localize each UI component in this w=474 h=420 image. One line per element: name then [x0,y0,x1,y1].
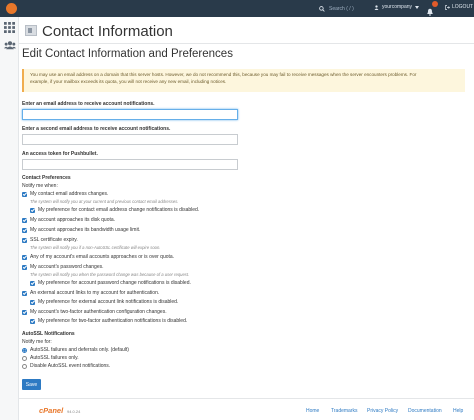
autossl-heading: AutoSSL Notifications [22,331,75,337]
users-icon [3,40,16,49]
save-button[interactable]: Save [22,379,41,390]
radio-button[interactable] [22,355,27,361]
warning-line-2: example, if your mailbox exceeds its quo… [30,78,227,84]
notify-me-when-label: Notify me when: [22,183,58,189]
main-content: Edit Contact Information and Preferences… [22,48,465,390]
autossl-option-disable[interactable]: Disable AutoSSL event notifications. [22,363,110,369]
cpanel-brand-logo[interactable]: cPanel [39,406,63,415]
contact-preferences-heading: Contact Preferences [22,175,71,181]
grid-icon [4,22,15,33]
notify-me-for-label: Notify me for: [22,339,52,345]
cpanel-logo-icon[interactable] [6,3,17,14]
footer-link-help[interactable]: Help [453,408,463,414]
page-header: Contact Information [19,17,474,44]
footer-link-trademarks[interactable]: Trademarks [331,408,358,414]
help-text: The system will notify you at your curre… [30,199,179,204]
email-field[interactable] [22,109,238,120]
pref-email-change[interactable]: My contact email address changes. [22,191,108,197]
footer-link-privacy-policy[interactable]: Privacy Policy [367,408,398,414]
pref-email-quota[interactable]: Any of my account's email accounts appro… [22,254,174,260]
section-title: Edit Contact Information and Preferences [22,48,233,60]
warning-alert: You may use an email address on a domain… [22,69,465,92]
notification-badge [432,1,438,7]
checkbox[interactable] [30,318,35,324]
pref-2fa-change[interactable]: My account's two-factor authentication c… [22,309,167,315]
checkbox[interactable] [30,207,35,213]
autossl-option-failures[interactable]: AutoSSL failures only. [22,355,79,361]
autossl-option-default[interactable]: AutoSSL failures and deferrals only. (de… [22,347,129,353]
pref-external-link-disabled[interactable]: My preference for external account link … [30,299,178,305]
logout-icon [445,4,450,10]
users-button[interactable] [3,38,16,51]
apps-grid-button[interactable] [3,21,16,34]
checkbox[interactable] [22,254,27,260]
checkbox[interactable] [22,290,27,296]
pref-external-link[interactable]: An external account links to my account … [22,290,159,296]
checkbox[interactable] [30,299,35,305]
help-text: The system will notify you if a non-Auto… [30,245,161,250]
checkbox[interactable] [22,309,27,315]
search-icon [319,5,325,12]
checkbox[interactable] [22,227,27,233]
pref-disk-quota[interactable]: My account approaches its disk quota. [22,217,115,223]
search-input[interactable] [329,4,377,13]
radio-button[interactable] [22,363,27,369]
checkbox[interactable] [22,217,27,223]
footer-link-documentation[interactable]: Documentation [408,408,442,414]
bell-icon [427,8,433,16]
footer: cPanel 94.0.24 Home Trademarks Privacy P… [19,398,474,420]
notifications-button[interactable] [426,1,438,16]
checkbox[interactable] [22,264,27,270]
checkbox[interactable] [30,280,35,286]
pref-password-change-disabled[interactable]: My preference for account password chang… [30,280,191,286]
pushbullet-token-field[interactable] [22,159,238,170]
logout-button[interactable]: LOGOUT [445,4,473,10]
contact-card-icon [25,25,37,36]
second-email-field-label: Enter a second email address to receive … [22,126,171,132]
search-box[interactable] [319,4,377,13]
pref-ssl-expiry[interactable]: SSL certificate expiry. [22,237,78,243]
warning-line-1: You may use an email address on a domain… [30,72,417,77]
pref-bandwidth[interactable]: My account approaches its bandwidth usag… [22,227,140,233]
second-email-field[interactable] [22,134,238,145]
version-label: 94.0.24 [67,409,81,414]
user-menu[interactable]: yourcompany [374,4,420,10]
footer-link-home[interactable]: Home [306,408,319,414]
help-text: The system will notify you when the pass… [30,272,190,277]
logout-label: LOGOUT [452,4,474,10]
pref-email-change-disabled[interactable]: My preference for contact email address … [30,207,199,213]
checkbox[interactable] [22,191,27,197]
pushbullet-token-label: An access token for Pushbullet. [22,151,98,157]
sidebar [0,17,19,420]
checkbox[interactable] [22,237,27,243]
pref-2fa-disabled[interactable]: My preference for two-factor authenticat… [30,318,187,324]
chevron-down-icon [415,5,420,9]
radio-button[interactable] [22,347,27,353]
user-icon [374,4,379,10]
username-label: yourcompany [382,4,413,10]
pref-password-change[interactable]: My account's password changes. [22,264,104,270]
top-bar: yourcompany LOGOUT [0,0,474,17]
page-title: Contact Information [42,23,173,40]
email-field-label: Enter an email address to receive accoun… [22,101,155,107]
